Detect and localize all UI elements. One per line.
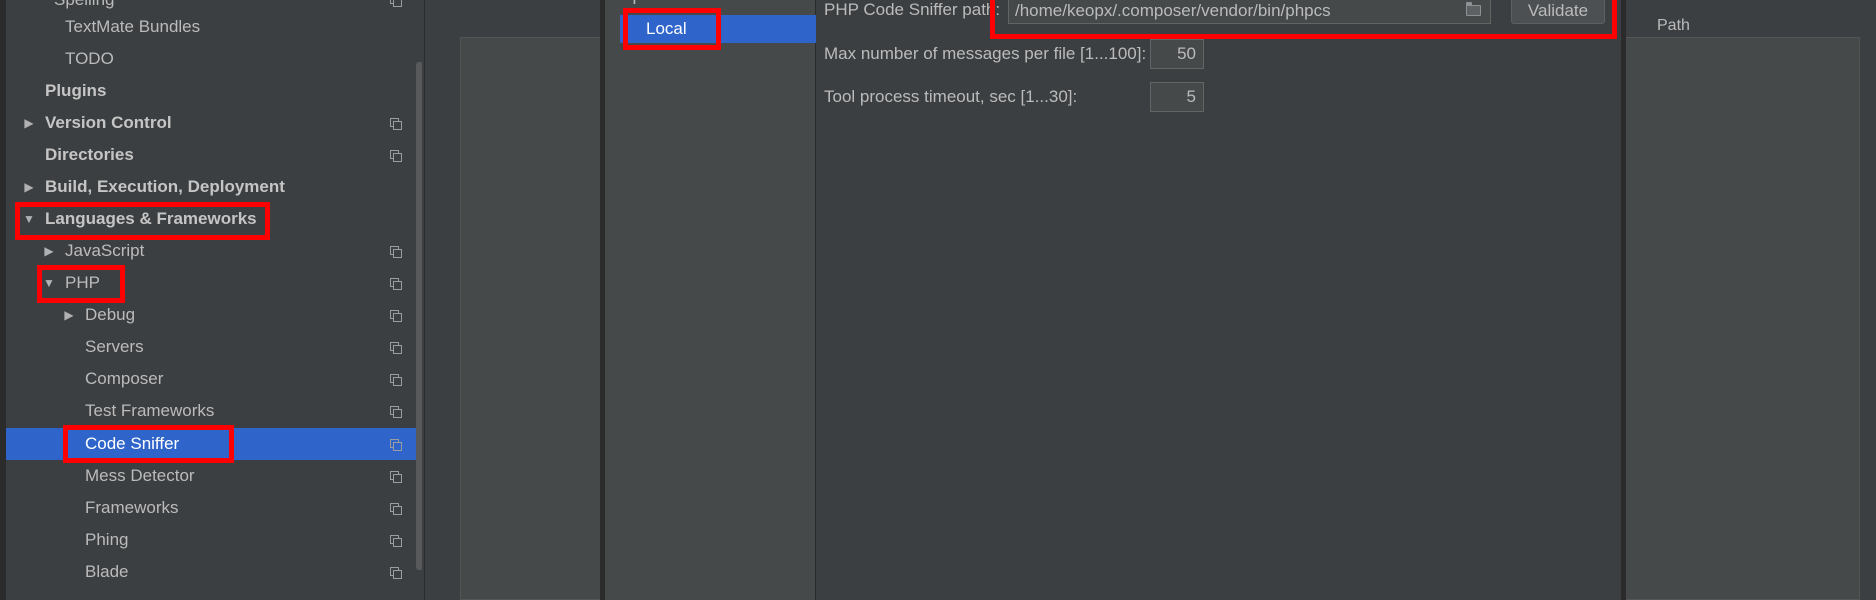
copy-icon <box>390 374 402 386</box>
timeout-input[interactable] <box>1150 82 1204 112</box>
tree-item-label: Servers <box>85 337 144 356</box>
expand-arrow-icon[interactable]: ▶ <box>42 244 56 258</box>
tree-item-code-sniffer[interactable]: Code Sniffer <box>6 428 422 460</box>
tree-item-label: Directories <box>45 145 134 164</box>
copy-icon <box>390 535 402 547</box>
tree-item-directories[interactable]: Directories <box>6 139 422 171</box>
tree-item-todo[interactable]: TODO <box>6 43 422 75</box>
tree-item-textmate-bundles[interactable]: TextMate Bundles <box>6 11 422 43</box>
tree-item-frameworks[interactable]: Frameworks <box>6 492 422 524</box>
copy-icon <box>390 310 402 322</box>
path-column-header[interactable]: Path <box>1657 17 1690 35</box>
tree-item-version-control[interactable]: ▶ Version Control <box>6 107 422 139</box>
interpreter-list-panel <box>605 0 816 600</box>
tree-item-label: JavaScript <box>65 241 145 260</box>
interpreter-item-local[interactable]: Local <box>620 15 816 43</box>
expand-arrow-icon[interactable]: ▶ <box>62 308 76 322</box>
tree-item-label: TODO <box>65 49 114 68</box>
tree-item-label: Phing <box>85 530 129 549</box>
tree-item-test-frameworks[interactable]: Test Frameworks <box>6 395 422 427</box>
copy-icon <box>390 439 402 451</box>
copy-icon <box>390 246 402 258</box>
tree-item-label: TextMate Bundles <box>65 17 201 36</box>
tree-item-label: Spelling <box>54 0 115 10</box>
add-button[interactable]: + <box>628 0 641 10</box>
validate-button[interactable]: Validate <box>1511 0 1605 24</box>
copy-icon <box>390 342 402 354</box>
copy-icon <box>390 406 402 418</box>
copy-icon <box>390 150 402 162</box>
settings-tree: Spelling TextMate Bundles TODO Plugins ▶… <box>6 0 422 600</box>
tree-item-label: Blade <box>85 562 129 581</box>
tree-item-mess-detector[interactable]: Mess Detector <box>6 460 422 492</box>
tree-item-label: PHP <box>65 273 100 292</box>
tree-item-languages-frameworks[interactable]: ▼ Languages & Frameworks <box>6 203 422 235</box>
tree-item-label: Test Frameworks <box>85 401 215 420</box>
interpreter-item-label: Local <box>646 19 687 38</box>
copy-icon <box>390 118 402 130</box>
tree-item-label: Code Sniffer <box>85 434 180 453</box>
timeout-label: Tool process timeout, sec [1...30]: <box>824 87 1078 106</box>
copy-icon <box>390 503 402 515</box>
codesniffer-path-input[interactable] <box>1008 0 1491 24</box>
max-messages-input[interactable] <box>1150 39 1204 69</box>
tree-item-blade[interactable]: Blade <box>6 556 422 588</box>
copy-icon <box>390 278 402 290</box>
collapse-arrow-icon[interactable]: ▼ <box>42 276 56 290</box>
max-messages-label: Max number of messages per file [1...100… <box>824 44 1147 63</box>
copy-icon <box>390 471 402 483</box>
tree-item-label: Version Control <box>45 113 172 132</box>
tree-item-composer[interactable]: Composer <box>6 363 422 395</box>
tree-item-servers[interactable]: Servers <box>6 331 422 363</box>
tree-item-javascript[interactable]: ▶ JavaScript <box>6 235 422 267</box>
tree-item-build-execution-deployment[interactable]: ▶ Build, Execution, Deployment <box>6 171 422 203</box>
tree-item-label: Build, Execution, Deployment <box>45 177 285 196</box>
tree-item-php[interactable]: ▼ PHP <box>6 267 422 299</box>
tree-item-label: Composer <box>85 369 164 388</box>
copy-icon <box>390 0 402 7</box>
tree-item-label: Debug <box>85 305 136 324</box>
tree-item-label: Languages & Frameworks <box>45 209 257 228</box>
codesniffer-path-label: PHP Code Sniffer path: <box>824 0 1001 19</box>
copy-icon <box>390 567 402 579</box>
tree-item-plugins[interactable]: Plugins <box>6 75 422 107</box>
tree-item-phing[interactable]: Phing <box>6 524 422 556</box>
tree-item-label: Mess Detector <box>85 466 195 485</box>
tree-item-debug[interactable]: ▶ Debug <box>6 299 422 331</box>
tree-item-label: Frameworks <box>85 498 179 517</box>
tree-scrollbar-thumb[interactable] <box>416 62 422 570</box>
expand-arrow-icon[interactable]: ▶ <box>22 180 36 194</box>
collapse-arrow-icon[interactable]: ▼ <box>22 212 36 226</box>
folder-icon[interactable] <box>1466 2 1481 16</box>
tree-item-label: Plugins <box>45 81 107 100</box>
expand-arrow-icon[interactable]: ▶ <box>22 116 36 130</box>
